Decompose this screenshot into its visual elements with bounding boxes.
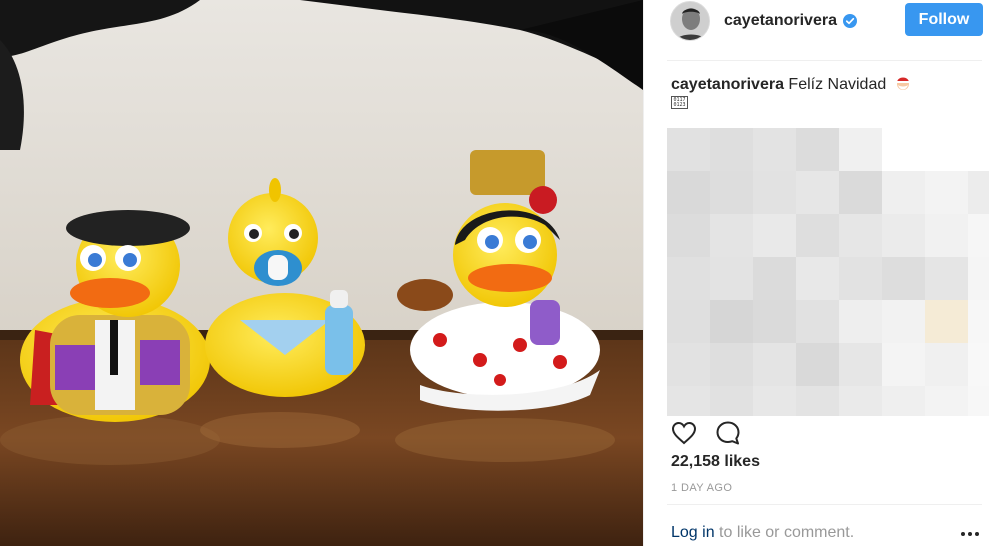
caption-author[interactable]: cayetanorivera — [671, 76, 784, 93]
login-prompt: Log in to like or comment. — [671, 524, 854, 542]
header-divider — [667, 60, 982, 61]
avatar-image — [671, 2, 709, 40]
dot — [961, 532, 965, 536]
follow-button[interactable]: Follow — [905, 3, 983, 36]
caption-text: Felíz Navidad — [788, 76, 887, 93]
heart-icon[interactable] — [670, 419, 698, 447]
unicode-glyph-icon: 0117 0123 — [671, 96, 688, 109]
like-count[interactable]: 22,158 likes — [671, 453, 760, 471]
avatar[interactable] — [670, 1, 710, 41]
dot — [975, 532, 979, 536]
post-timestamp[interactable]: 1 DAY AGO — [671, 482, 732, 494]
login-suffix: to like or comment. — [714, 524, 855, 541]
post-photo[interactable] — [0, 0, 643, 546]
verified-icon — [842, 14, 857, 28]
blurred-comments — [667, 128, 989, 416]
post-header: cayetanorivera Follow — [644, 0, 1000, 42]
more-options-icon[interactable] — [958, 526, 982, 542]
comment-icon[interactable] — [714, 419, 742, 447]
action-bar — [670, 419, 742, 447]
dot — [968, 532, 972, 536]
rubber-ducks-photo — [0, 0, 643, 546]
santa-emoji — [895, 75, 911, 91]
footer-divider — [667, 504, 982, 505]
username[interactable]: cayetanorivera — [724, 12, 837, 30]
caption: cayetanorivera Felíz Navidad — [671, 74, 981, 95]
login-link[interactable]: Log in — [671, 524, 715, 541]
post-sidebar: cayetanorivera Follow cayetanorivera Fel… — [643, 0, 1000, 546]
